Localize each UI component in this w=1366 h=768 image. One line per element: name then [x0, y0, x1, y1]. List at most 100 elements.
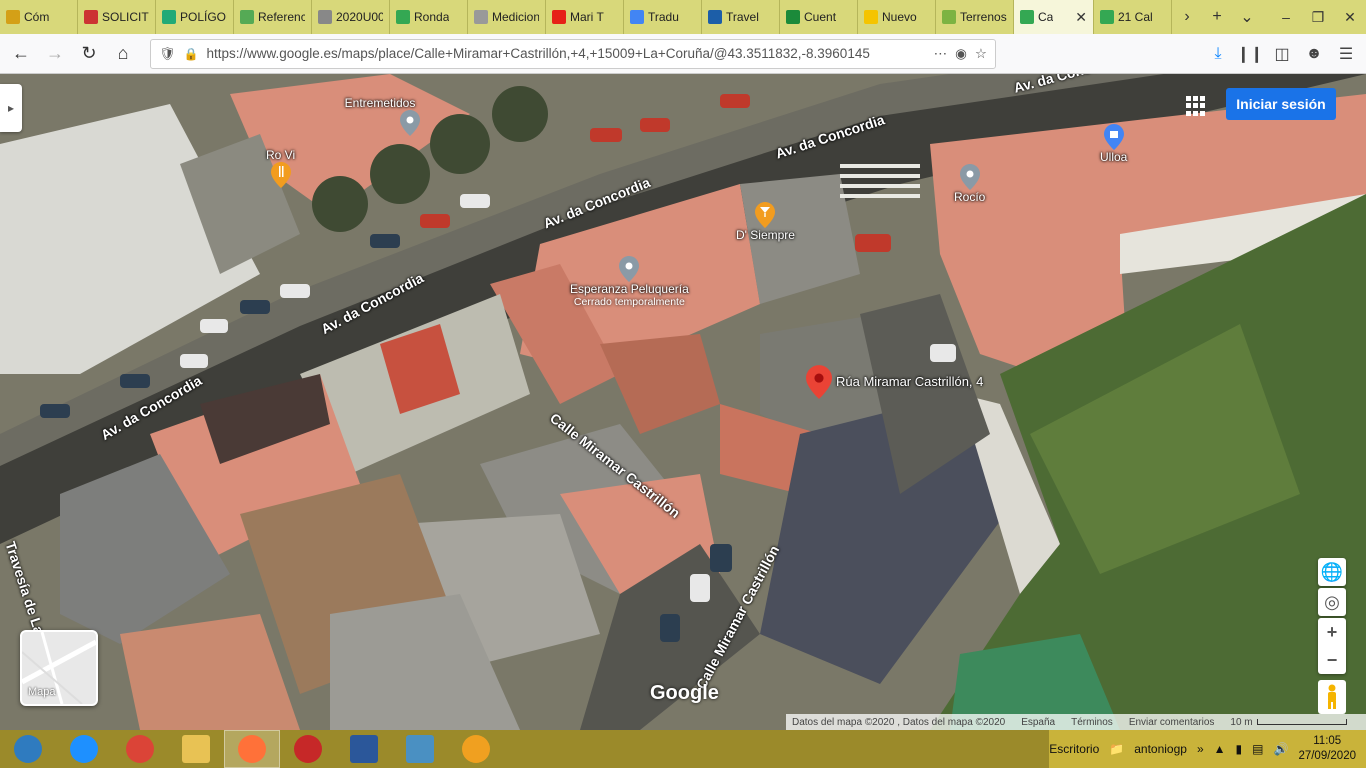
chevron-double-icon[interactable]: » [1197, 742, 1204, 756]
browser-tab[interactable]: Ronda [390, 0, 468, 34]
desktop-toolbar-label[interactable]: Escritorio [1049, 742, 1099, 756]
start-orb-taskbar-button[interactable] [0, 730, 56, 768]
poi-ulloa[interactable]: Ulloa [1100, 124, 1127, 164]
collapse-side-panel-button[interactable]: ▸ [0, 84, 22, 132]
zoom-in-button[interactable]: + [1318, 618, 1346, 646]
browser-tab[interactable]: Referencia [234, 0, 312, 34]
poi-ro-vi[interactable]: Ro Vi [266, 148, 295, 188]
list-all-tabs-icon[interactable]: ⌄ [1232, 0, 1262, 34]
map-layer-toggle[interactable]: Mapa [20, 630, 98, 706]
browser-tab[interactable]: Terrenos [936, 0, 1014, 34]
photo-viewer-taskbar-button[interactable] [392, 730, 448, 768]
tab-label: Mari T [570, 10, 604, 24]
satellite-map[interactable]: ▸ Av. da Concordia Av. da Concordia Av. … [0, 74, 1366, 730]
browser-tab[interactable]: POLÍGONO [156, 0, 234, 34]
page-icon [474, 10, 488, 24]
my-location-icon[interactable]: ◎ [1318, 588, 1346, 616]
network-icon[interactable]: ▤ [1252, 742, 1263, 756]
menu-icon[interactable]: ☰ [1332, 40, 1360, 68]
show-hidden-icons[interactable]: ▲ [1214, 742, 1226, 756]
browser-tab[interactable]: Nuevo [858, 0, 936, 34]
browser-tab[interactable]: Cóm [0, 0, 78, 34]
browser-tab[interactable]: 2020U004C [312, 0, 390, 34]
poi-target-address[interactable]: Rúa Miramar Castrillón, 4 [806, 364, 983, 400]
poi-entremetidos[interactable]: Entremetidos [340, 96, 420, 136]
address-bar[interactable]: 🛡 🔒 https://www.google.es/maps/place/Cal… [150, 38, 996, 69]
browser-tab[interactable]: SOLICITUD [78, 0, 156, 34]
browser-tab[interactable]: Travel [702, 0, 780, 34]
bookmark-star-icon[interactable]: ☆ [975, 46, 987, 62]
back-button[interactable]: ← [6, 39, 36, 69]
poi-esperanza-peluqueria[interactable]: Esperanza Peluquería Cerrado temporalmen… [570, 256, 689, 308]
browser-tab[interactable]: Cuent [780, 0, 858, 34]
star-icon [864, 10, 878, 24]
file-explorer-taskbar-button[interactable] [168, 730, 224, 768]
reload-button[interactable]: ↻ [74, 39, 104, 69]
firefox-taskbar-button[interactable] [224, 730, 280, 768]
home-button[interactable]: ⌂ [108, 39, 138, 69]
clock[interactable]: 11:05 27/09/2020 [1298, 734, 1356, 764]
sign-in-button[interactable]: Iniciar sesión [1226, 88, 1336, 120]
map-data-attribution[interactable]: Datos del mapa ©2020 , Datos del mapa ©2… [792, 717, 1005, 728]
tab-label: 2020U004C [336, 10, 383, 24]
tab-label: Travel [726, 10, 759, 24]
terms-link[interactable]: Términos [1071, 717, 1113, 728]
chrome-icon [126, 735, 154, 763]
restore-icon[interactable]: ❐ [1302, 0, 1334, 34]
close-tab-icon[interactable]: ✕ [1075, 9, 1087, 26]
close-window-icon[interactable]: ✕ [1334, 0, 1366, 34]
more-actions-icon[interactable]: ⋯ [934, 46, 948, 62]
zoom-out-button[interactable]: − [1318, 646, 1346, 674]
browser-tab[interactable]: Mari T [546, 0, 624, 34]
scale-bar [1256, 719, 1347, 725]
translate-icon [630, 10, 644, 24]
poi-rocio[interactable]: Rocío [954, 164, 985, 204]
scale-indicator[interactable]: 10 m [1230, 717, 1347, 728]
poi-d-siempre[interactable]: D' Siempre [736, 202, 795, 242]
lock-icon[interactable]: 🔒 [184, 47, 199, 61]
zoom-controls: + − [1318, 618, 1346, 674]
browser-tab[interactable]: Ca ✕ [1014, 0, 1094, 34]
street-view-pegman-icon[interactable] [1318, 680, 1346, 714]
battery-icon[interactable]: ▮ [1236, 742, 1243, 756]
word-taskbar-button[interactable] [336, 730, 392, 768]
chrome-taskbar-button[interactable] [112, 730, 168, 768]
internet-explorer-icon [70, 735, 98, 763]
vpn-taskbar-button[interactable] [448, 730, 504, 768]
google-apps-icon[interactable] [1186, 96, 1206, 116]
word-icon [350, 735, 378, 763]
sidebar-icon[interactable]: ◫ [1268, 40, 1296, 68]
shop-icon [1103, 124, 1124, 150]
power-app-icon [294, 735, 322, 763]
pocket-icon[interactable]: ◉ [955, 46, 967, 62]
user-folder-icon[interactable]: 📁 [1109, 742, 1124, 756]
user-toolbar-label[interactable]: antoniogp [1134, 742, 1187, 756]
feedback-link[interactable]: Enviar comentarios [1129, 717, 1215, 728]
shield-icon[interactable]: 🛡 [159, 46, 176, 62]
browser-tab[interactable]: Mediciones [468, 0, 546, 34]
tab-label: Ronda [414, 10, 450, 24]
start-orb-icon [14, 735, 42, 763]
poi-label: D' Siempre [736, 228, 795, 242]
tab-scroll-right-icon[interactable]: › [1172, 0, 1202, 34]
tab-label: POLÍGONO [180, 10, 227, 24]
globe-view-icon[interactable]: 🌐 [1318, 558, 1346, 586]
downloads-icon[interactable]: ⤓ [1204, 40, 1232, 68]
forward-button[interactable]: → [40, 39, 70, 69]
google-logo: Google [650, 682, 719, 704]
tab-label: Nuevo [882, 10, 917, 24]
new-tab-icon[interactable]: + [1202, 0, 1232, 34]
tab-label: SOLICITUD [102, 10, 149, 24]
power-app-taskbar-button[interactable] [280, 730, 336, 768]
library-icon[interactable]: ❙❙ [1236, 40, 1264, 68]
browser-tab[interactable]: Tradu [624, 0, 702, 34]
poi-label: Rúa Miramar Castrillón, 4 [836, 374, 984, 389]
browser-tab[interactable]: 21 Cal [1094, 0, 1172, 34]
volume-icon[interactable]: 🔊 [1273, 742, 1288, 756]
vpn-icon [462, 735, 490, 763]
url-text[interactable]: https://www.google.es/maps/place/Calle+M… [206, 46, 925, 61]
internet-explorer-taskbar-button[interactable] [56, 730, 112, 768]
minimize-icon[interactable]: – [1270, 0, 1302, 34]
account-icon[interactable]: ☻ [1300, 40, 1328, 68]
country-link[interactable]: España [1021, 717, 1055, 728]
